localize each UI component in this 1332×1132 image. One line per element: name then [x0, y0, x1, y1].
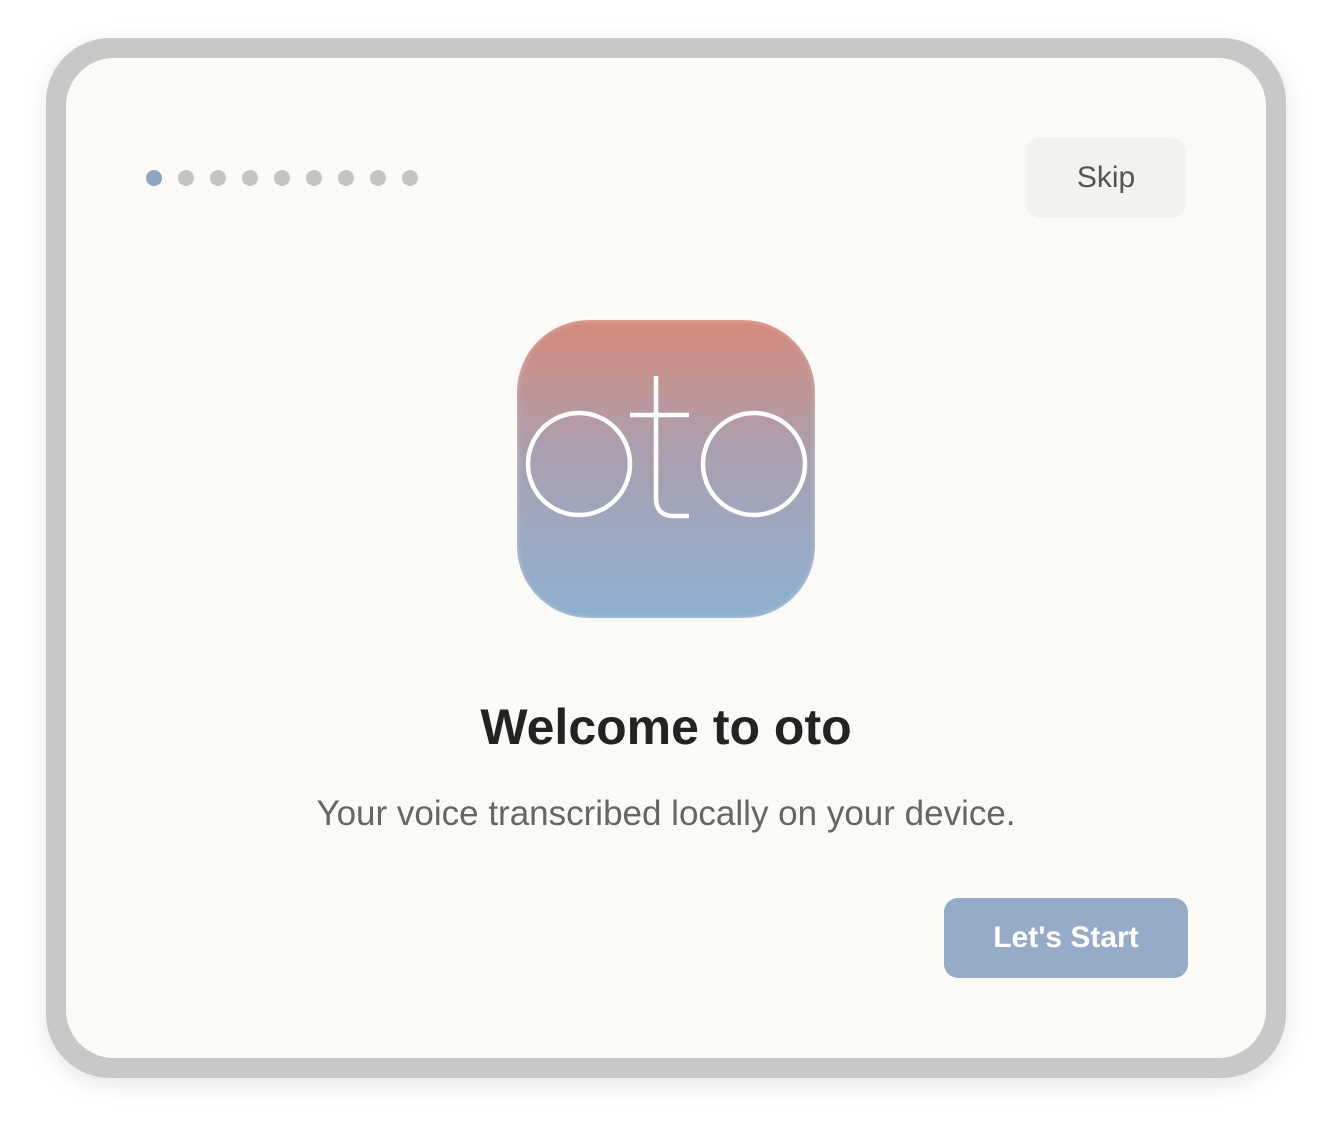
oto-logo-mark: [525, 376, 808, 519]
step-dot: [306, 170, 322, 186]
step-dot: [402, 170, 418, 186]
lets-start-button[interactable]: Let's Start: [944, 898, 1188, 978]
step-dot: [274, 170, 290, 186]
welcome-title: Welcome to oto: [480, 699, 852, 755]
welcome-subtitle: Your voice transcribed locally on your d…: [316, 794, 1016, 833]
step-dot: [242, 170, 258, 186]
step-indicator: [146, 170, 418, 186]
logo-letter-o-left: [525, 410, 633, 518]
oto-app-icon: [517, 320, 815, 618]
step-dot: [210, 170, 226, 186]
onboarding-panel: Skip Welcome to oto Your voice transcrib…: [66, 58, 1266, 1058]
skip-button[interactable]: Skip: [1026, 138, 1186, 218]
logo-letter-t-stem: [653, 376, 689, 519]
step-dot-active: [146, 170, 162, 186]
step-dot: [370, 170, 386, 186]
step-dot: [338, 170, 354, 186]
logo-letter-o-right: [700, 410, 808, 518]
step-dot: [178, 170, 194, 186]
